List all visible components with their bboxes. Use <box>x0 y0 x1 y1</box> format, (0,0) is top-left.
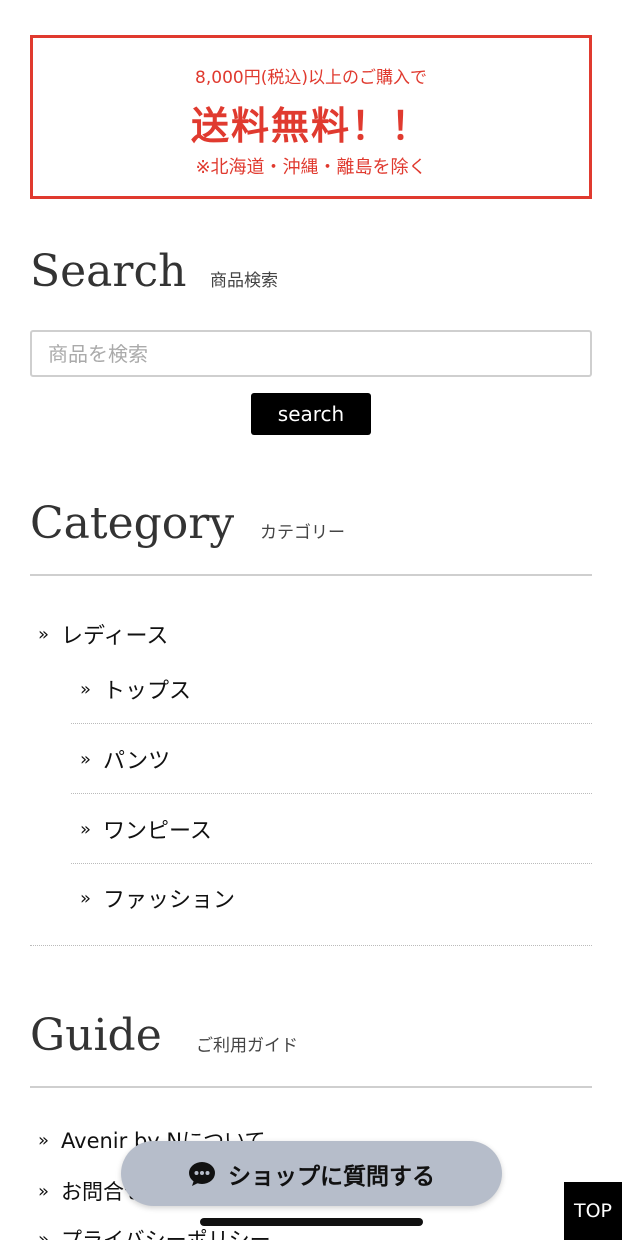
category-item-onepiece[interactable]: » ワンピース <box>80 813 212 845</box>
guide-section-subtitle: ご利用ガイド <box>196 1036 298 1056</box>
list-divider <box>71 863 592 864</box>
raquo-icon: » <box>38 1228 50 1240</box>
raquo-icon: » <box>80 887 92 909</box>
banner-headline: 送料無料！！ <box>190 104 431 148</box>
free-shipping-banner: 8,000円(税込)以上のご購入で 送料無料！！ ※北海道・沖縄・離島を除く <box>30 35 592 199</box>
raquo-icon: » <box>80 678 92 700</box>
category-item-label: ワンピース <box>103 819 212 844</box>
home-indicator <box>200 1218 423 1226</box>
category-item-label: トップス <box>103 679 192 704</box>
raquo-icon: » <box>80 748 92 770</box>
raquo-icon: » <box>38 1180 50 1202</box>
guide-item-label: プライバシーポリシー <box>61 1228 271 1240</box>
category-item-fashion[interactable]: » ファッション <box>80 882 235 914</box>
category-item-pants[interactable]: » パンツ <box>80 743 170 775</box>
page: 8,000円(税込)以上のご購入で 送料無料！！ ※北海道・沖縄・離島を除く S… <box>0 0 622 1240</box>
banner-condition: 8,000円(税込)以上のご購入で <box>195 68 427 88</box>
list-divider <box>30 945 592 946</box>
guide-item-privacy[interactable]: » プライバシーポリシー <box>38 1224 271 1240</box>
category-item-label: レディース <box>61 624 169 649</box>
chat-bubble-icon <box>189 1161 215 1186</box>
raquo-icon: » <box>38 1129 50 1151</box>
ask-shop-label: ショップに質問する <box>228 1163 435 1190</box>
ask-shop-button[interactable]: ショップに質問する <box>121 1141 502 1206</box>
category-item-label: ファッション <box>103 888 236 913</box>
category-section-title: Category <box>30 498 235 549</box>
banner-note: ※北海道・沖縄・離島を除く <box>195 157 427 178</box>
search-button[interactable]: search <box>251 393 371 435</box>
guide-divider <box>30 1086 592 1088</box>
search-section-subtitle: 商品検索 <box>210 271 278 291</box>
list-divider <box>71 723 592 724</box>
raquo-icon: » <box>38 623 50 645</box>
list-divider <box>71 793 592 794</box>
search-section-title: Search <box>30 246 187 297</box>
guide-section-title: Guide <box>30 1010 162 1061</box>
category-section-subtitle: カテゴリー <box>260 523 345 543</box>
category-item-ladies[interactable]: » レディース <box>38 618 168 650</box>
raquo-icon: » <box>80 818 92 840</box>
search-input[interactable] <box>30 330 592 377</box>
category-item-tops[interactable]: » トップス <box>80 673 191 705</box>
category-item-label: パンツ <box>103 749 171 774</box>
category-divider <box>30 574 592 576</box>
back-to-top-button[interactable]: TOP <box>564 1182 622 1240</box>
